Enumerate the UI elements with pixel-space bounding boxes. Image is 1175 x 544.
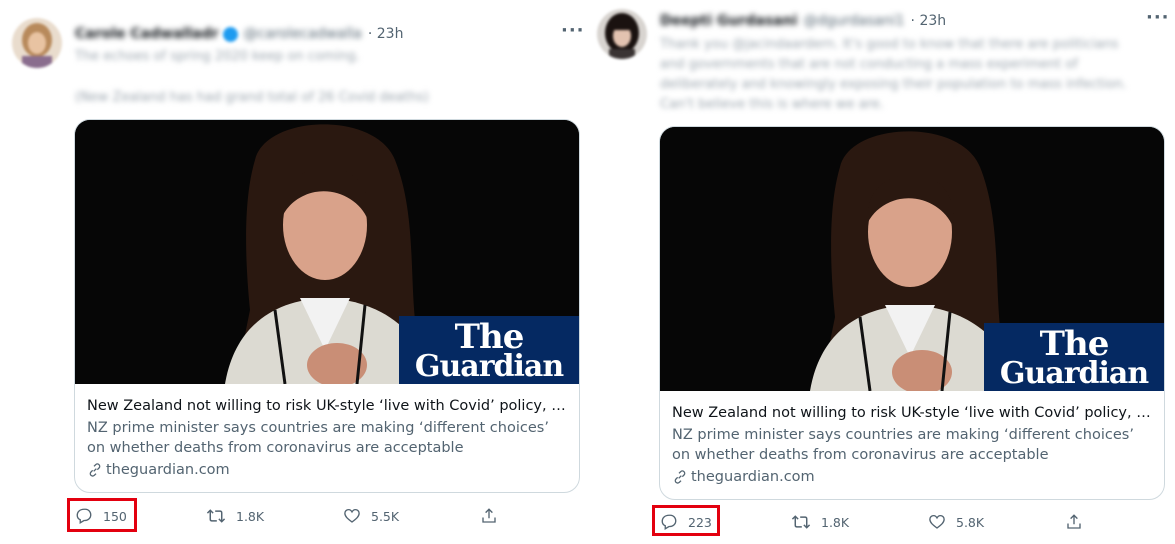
share-button[interactable] — [480, 499, 508, 533]
tweet-text-line: Thank you @jacindaardern. It's good to k… — [660, 37, 1119, 52]
more-icon[interactable]: ··· — [1146, 9, 1170, 27]
author-handle[interactable]: @dgurdasani1 — [803, 13, 904, 29]
retweet-button[interactable]: 1.8K — [206, 499, 264, 533]
card-domain[interactable]: theguardian.com — [672, 467, 1152, 487]
card-description: NZ prime minister says countries are mak… — [672, 427, 1134, 463]
guardian-logo: The Guardian — [399, 316, 579, 384]
link-icon — [674, 470, 686, 484]
card-text: New Zealand not willing to risk UK-style… — [87, 396, 567, 480]
share-button[interactable] — [1065, 505, 1093, 539]
avatar-photo — [597, 9, 647, 59]
timestamp[interactable]: · 23h — [368, 26, 404, 42]
like-count: 5.8K — [956, 514, 985, 530]
card-title[interactable]: New Zealand not willing to risk UK-style… — [87, 396, 567, 416]
card-title[interactable]: New Zealand not willing to risk UK-style… — [672, 403, 1152, 423]
card-image: The Guardian — [660, 127, 1164, 391]
tweet-text-line: Can't believe this is where we are. — [660, 97, 884, 112]
tweet-header: Deepti Gurdasani @dgurdasani1 · 23h — [660, 13, 946, 29]
card-domain-text: theguardian.com — [691, 469, 815, 485]
like-count: 5.5K — [371, 508, 400, 524]
tweet-text-line: deliberately and knowingly exposing thei… — [660, 77, 1127, 92]
card-description: NZ prime minister says countries are mak… — [87, 420, 549, 456]
card-image: The Guardian — [75, 120, 579, 384]
link-card[interactable]: The Guardian New Zealand not willing to … — [74, 119, 580, 493]
retweet-icon — [206, 509, 226, 523]
retweet-icon — [791, 515, 811, 529]
tweet-text-line: and governments that are not conducting … — [660, 57, 1078, 72]
brand-line-2: Guardian — [999, 356, 1149, 391]
heart-icon — [344, 508, 360, 523]
author-name[interactable]: Carole Cadwalladr — [75, 26, 219, 42]
card-domain[interactable]: theguardian.com — [87, 460, 567, 480]
heart-icon — [929, 514, 945, 529]
author-handle[interactable]: @carolecadwalla — [244, 26, 362, 42]
more-icon[interactable]: ··· — [561, 22, 585, 40]
tweet-actions: 223 1.8K 5.8K — [660, 505, 1160, 539]
guardian-logo: The Guardian — [984, 323, 1164, 391]
tweet-actions: 150 1.8K 5.5K — [75, 499, 575, 533]
tweet-text-line: The echoes of spring 2020 keep on coming… — [75, 49, 360, 64]
avatar-photo — [12, 18, 62, 68]
brand-line-2: Guardian — [414, 349, 564, 384]
share-icon — [1067, 514, 1081, 529]
highlight-box — [67, 498, 137, 532]
card-text: New Zealand not willing to risk UK-style… — [672, 403, 1152, 487]
author-name[interactable]: Deepti Gurdasani — [660, 13, 797, 29]
tweet-text-line: (New Zealand has had grand total of 26 C… — [75, 90, 429, 105]
link-icon — [89, 463, 101, 477]
tweet-header: Carole Cadwalladr @carolecadwalla · 23h — [75, 26, 403, 42]
like-button[interactable]: 5.8K — [928, 505, 984, 539]
verified-badge-icon — [222, 26, 238, 42]
share-icon — [482, 508, 496, 523]
retweet-count: 1.8K — [821, 514, 850, 530]
highlight-box — [652, 505, 720, 536]
avatar[interactable] — [597, 9, 647, 59]
card-domain-text: theguardian.com — [106, 462, 230, 478]
timestamp[interactable]: · 23h — [911, 13, 947, 29]
link-card[interactable]: The Guardian New Zealand not willing to … — [659, 126, 1165, 500]
retweet-button[interactable]: 1.8K — [791, 505, 849, 539]
retweet-count: 1.8K — [236, 508, 265, 524]
avatar[interactable] — [12, 18, 62, 68]
like-button[interactable]: 5.5K — [343, 499, 399, 533]
